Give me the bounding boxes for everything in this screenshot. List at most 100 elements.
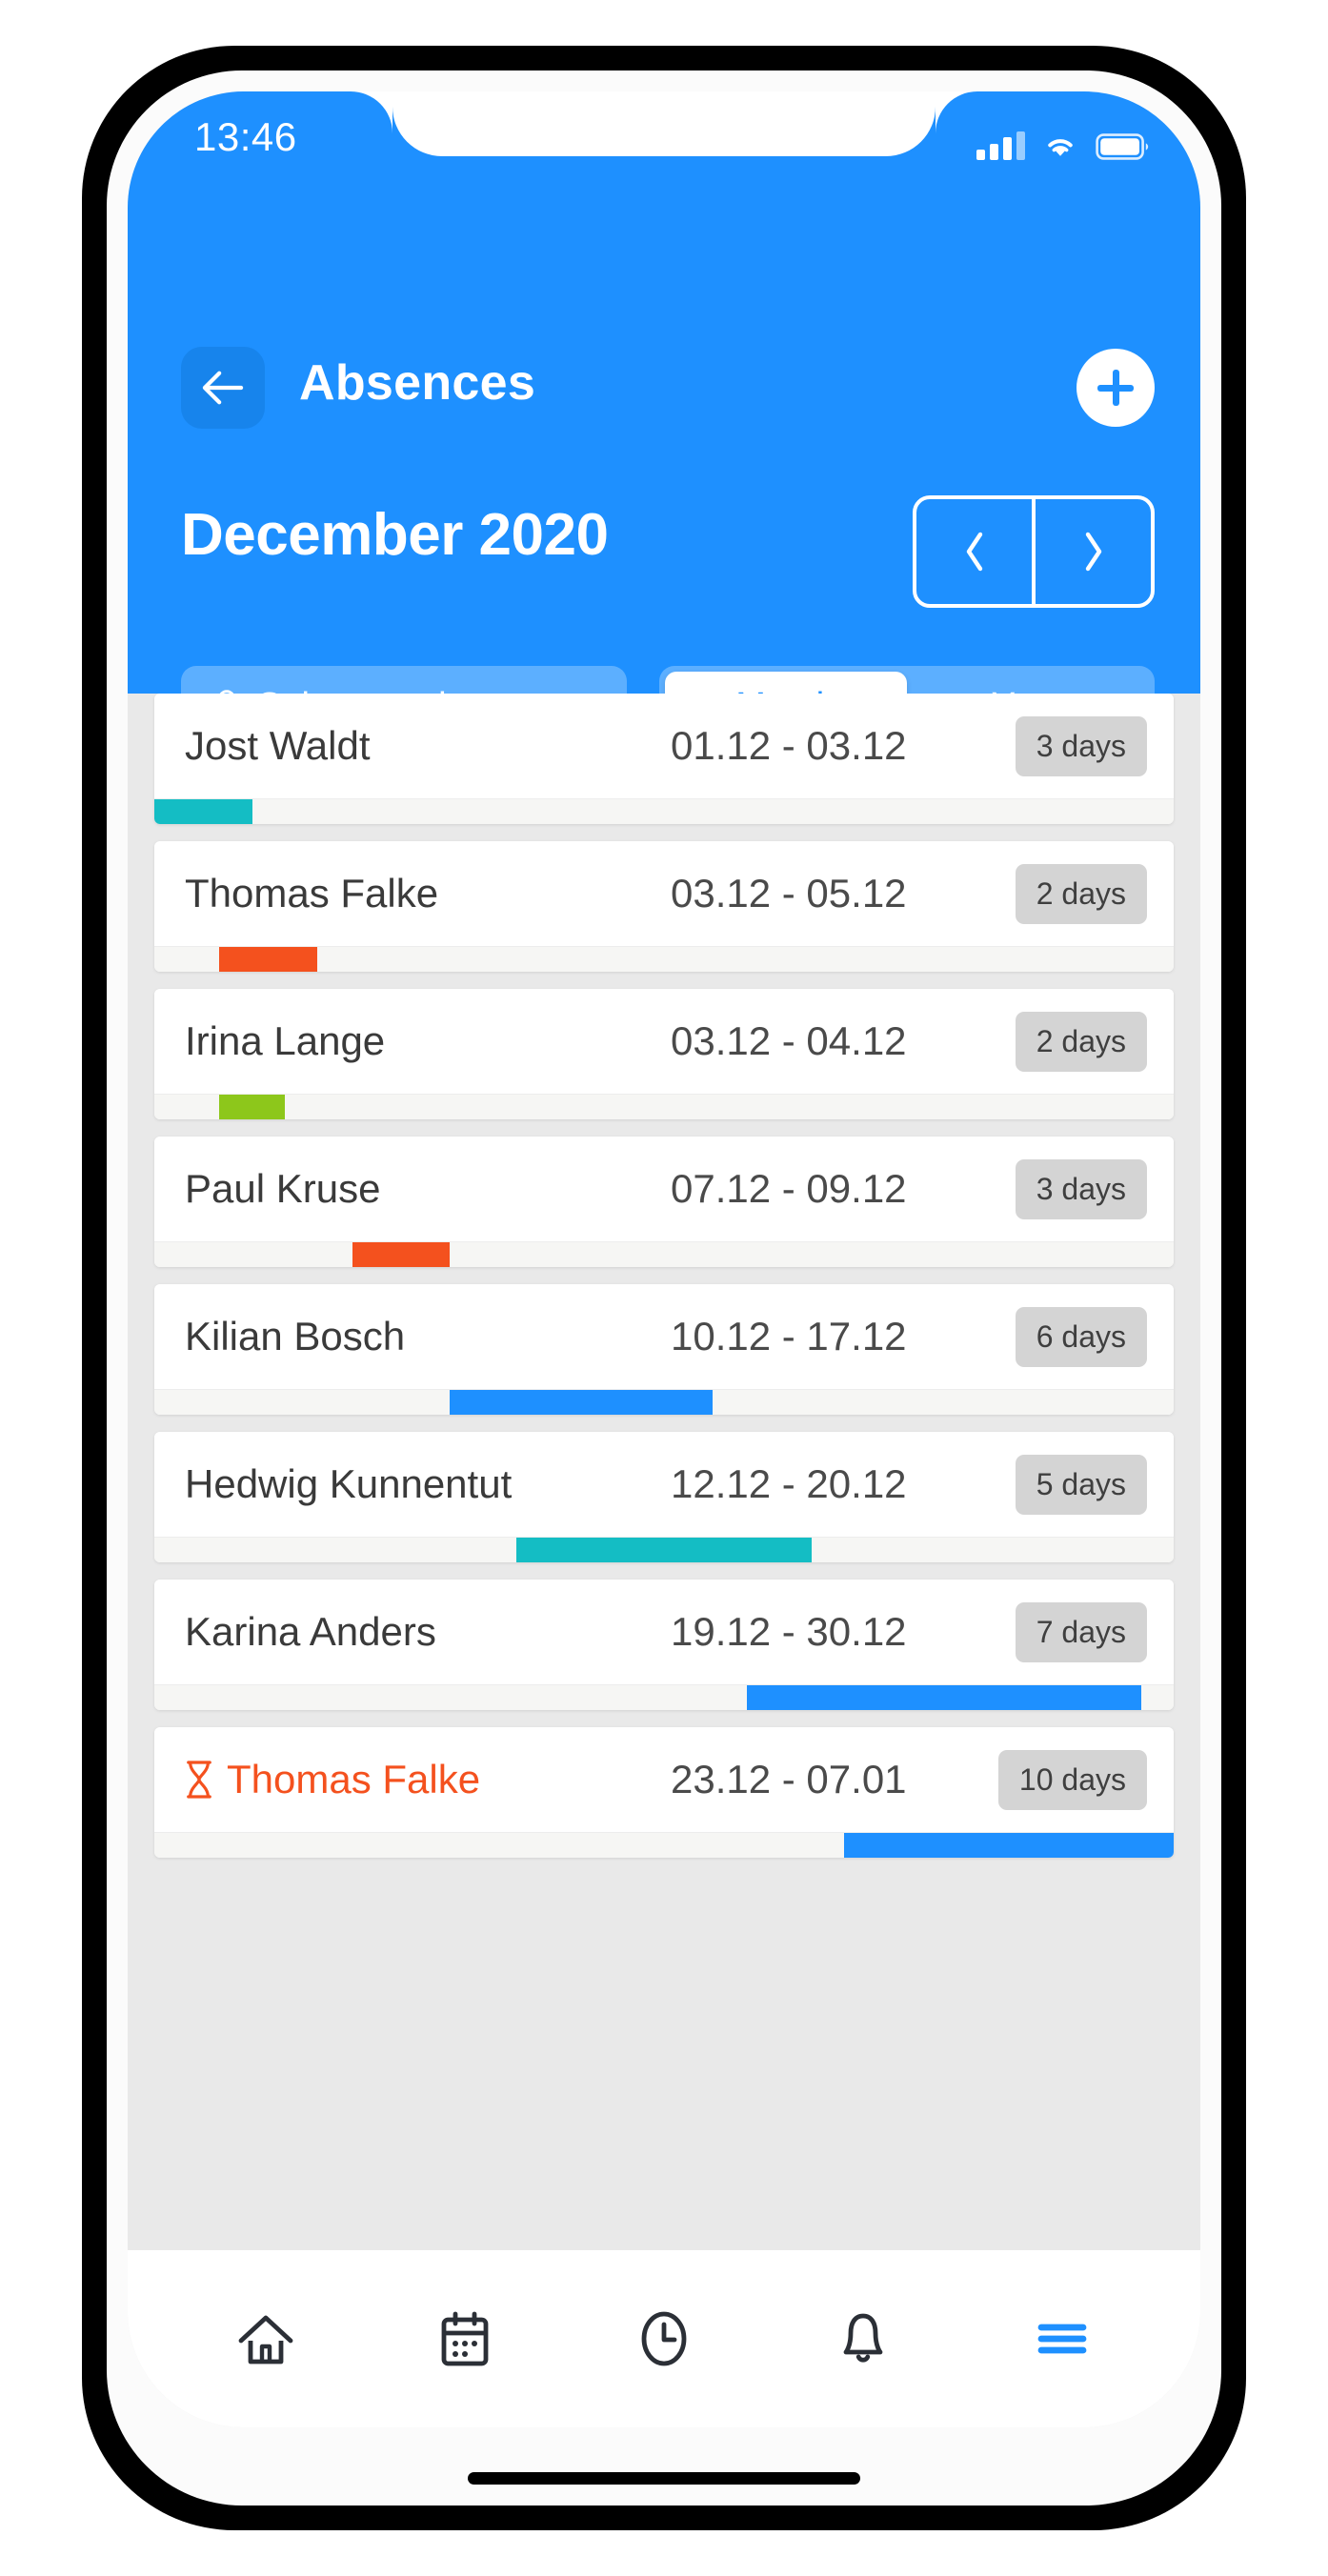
status-bar-time: 13:46 [194, 114, 297, 160]
employee-name-text: Thomas Falke [227, 1757, 480, 1802]
absence-row[interactable]: Karina Anders 19.12 - 30.127 days [154, 1580, 1174, 1710]
employee-name: Irina Lange [185, 1018, 671, 1064]
chevron-left-icon [960, 529, 989, 574]
absence-date-range: 10.12 - 17.12 [671, 1314, 1016, 1359]
back-button[interactable] [181, 347, 265, 429]
bottom-navigation-bar [128, 2250, 1200, 2427]
absence-days-badge: 6 days [1016, 1307, 1147, 1367]
status-bar-icons [976, 120, 1149, 160]
wifi-icon [1042, 131, 1078, 160]
absence-date-range: 19.12 - 30.12 [671, 1609, 1016, 1655]
absence-timeline-bar [844, 1833, 1174, 1858]
employee-name-text: Thomas Falke [185, 871, 438, 916]
absence-row[interactable]: Irina Lange 03.12 - 04.122 days [154, 989, 1174, 1119]
absence-timeline-bar [352, 1242, 451, 1267]
absence-row[interactable]: Kilian Bosch 10.12 - 17.126 days [154, 1284, 1174, 1415]
absence-days-badge: 5 days [1016, 1455, 1147, 1515]
absence-timeline-bar [747, 1685, 1141, 1710]
absence-date-range: 23.12 - 07.01 [671, 1757, 998, 1802]
home-icon [235, 2308, 296, 2369]
absence-row-main: Thomas Falke 23.12 - 07.0110 days [154, 1727, 1174, 1832]
next-month-button[interactable] [1036, 499, 1151, 604]
absence-timeline-track [154, 1684, 1174, 1710]
screenshot-stage: 13:46 [0, 0, 1328, 2576]
status-bar: 13:46 [128, 91, 1200, 196]
current-month-label: December 2020 [181, 501, 608, 569]
employee-name: Thomas Falke [185, 871, 671, 916]
app-header: 13:46 [128, 91, 1200, 694]
previous-month-button[interactable] [916, 499, 1032, 604]
header-title-row: Absences [128, 347, 1200, 446]
arrow-left-icon [199, 368, 247, 408]
nav-home-button[interactable] [213, 2286, 318, 2391]
employee-name: Kilian Bosch [185, 1314, 671, 1359]
absence-timeline-track [154, 1537, 1174, 1562]
absence-row-main: Hedwig Kunnentut 12.12 - 20.125 days [154, 1432, 1174, 1537]
absence-timeline-bar [450, 1390, 713, 1415]
absence-timeline-track [154, 798, 1174, 824]
add-absence-button[interactable] [1076, 349, 1155, 427]
absence-days-badge: 3 days [1016, 716, 1147, 776]
nav-notifications-button[interactable] [811, 2286, 916, 2391]
absence-row-main: Thomas Falke 03.12 - 05.122 days [154, 841, 1174, 946]
absence-row[interactable]: Hedwig Kunnentut 12.12 - 20.125 days [154, 1432, 1174, 1562]
absence-days-badge: 7 days [1016, 1602, 1147, 1662]
chevron-right-icon [1079, 529, 1108, 574]
absence-days-badge: 2 days [1016, 864, 1147, 924]
absence-timeline-bar [154, 799, 252, 824]
calendar-icon [434, 2308, 495, 2369]
absence-date-range: 03.12 - 04.12 [671, 1018, 1016, 1064]
absence-row-main: Jost Waldt 01.12 - 03.123 days [154, 694, 1174, 798]
employee-name-text: Hedwig Kunnentut [185, 1461, 512, 1507]
absence-timeline-track [154, 1241, 1174, 1267]
bell-icon [833, 2308, 894, 2369]
nav-time-button[interactable] [612, 2286, 716, 2391]
absence-date-range: 01.12 - 03.12 [671, 723, 1016, 769]
absence-timeline-bar [219, 947, 317, 972]
phone-screen: 13:46 [128, 91, 1200, 2427]
absence-date-range: 03.12 - 05.12 [671, 871, 1016, 916]
employee-name-text: Kilian Bosch [185, 1314, 405, 1359]
employee-name: Thomas Falke [185, 1757, 671, 1802]
absence-days-badge: 3 days [1016, 1159, 1147, 1219]
absence-row[interactable]: Thomas Falke 23.12 - 07.0110 days [154, 1727, 1174, 1858]
employee-name-text: Irina Lange [185, 1018, 385, 1064]
absence-timeline-bar [219, 1095, 284, 1119]
absence-timeline-track [154, 1389, 1174, 1415]
absence-row-main: Irina Lange 03.12 - 04.122 days [154, 989, 1174, 1094]
employee-name: Jost Waldt [185, 723, 671, 769]
month-stepper [913, 495, 1155, 608]
employee-name: Paul Kruse [185, 1166, 671, 1212]
menu-icon [1032, 2308, 1093, 2369]
absence-row-main: Karina Anders 19.12 - 30.127 days [154, 1580, 1174, 1684]
employee-name-text: Jost Waldt [185, 723, 371, 769]
absence-row[interactable]: Paul Kruse 07.12 - 09.123 days [154, 1137, 1174, 1267]
hourglass-icon [185, 1760, 213, 1800]
signal-bars-icon [976, 131, 1025, 160]
nav-calendar-button[interactable] [412, 2286, 517, 2391]
absence-days-badge: 2 days [1016, 1012, 1147, 1072]
absence-row-main: Paul Kruse 07.12 - 09.123 days [154, 1137, 1174, 1241]
absence-list: Jost Waldt01.12 - 03.123 daysThomas Falk… [128, 694, 1200, 1858]
absence-row-main: Kilian Bosch 10.12 - 17.126 days [154, 1284, 1174, 1389]
absence-row[interactable]: Thomas Falke 03.12 - 05.122 days [154, 841, 1174, 972]
absence-list-container[interactable]: Jost Waldt01.12 - 03.123 daysThomas Falk… [128, 694, 1200, 2250]
absence-timeline-track [154, 1094, 1174, 1119]
page-title: Absences [299, 354, 535, 412]
employee-name-text: Karina Anders [185, 1609, 436, 1655]
month-navigation-row: December 2020 [128, 495, 1200, 608]
employee-name: Hedwig Kunnentut [185, 1461, 671, 1507]
absence-date-range: 07.12 - 09.12 [671, 1166, 1016, 1212]
clock-icon [634, 2308, 694, 2369]
employee-name-text: Paul Kruse [185, 1166, 380, 1212]
absence-date-range: 12.12 - 20.12 [671, 1461, 1016, 1507]
absence-row[interactable]: Jost Waldt 01.12 - 03.123 days [154, 694, 1174, 824]
absence-timeline-track [154, 946, 1174, 972]
employee-name: Karina Anders [185, 1609, 671, 1655]
absence-timeline-bar [516, 1538, 812, 1562]
nav-menu-button[interactable] [1010, 2286, 1115, 2391]
absence-timeline-track [154, 1832, 1174, 1858]
battery-full-icon [1096, 133, 1149, 160]
home-indicator [468, 2472, 860, 2485]
absence-days-badge: 10 days [998, 1750, 1147, 1810]
